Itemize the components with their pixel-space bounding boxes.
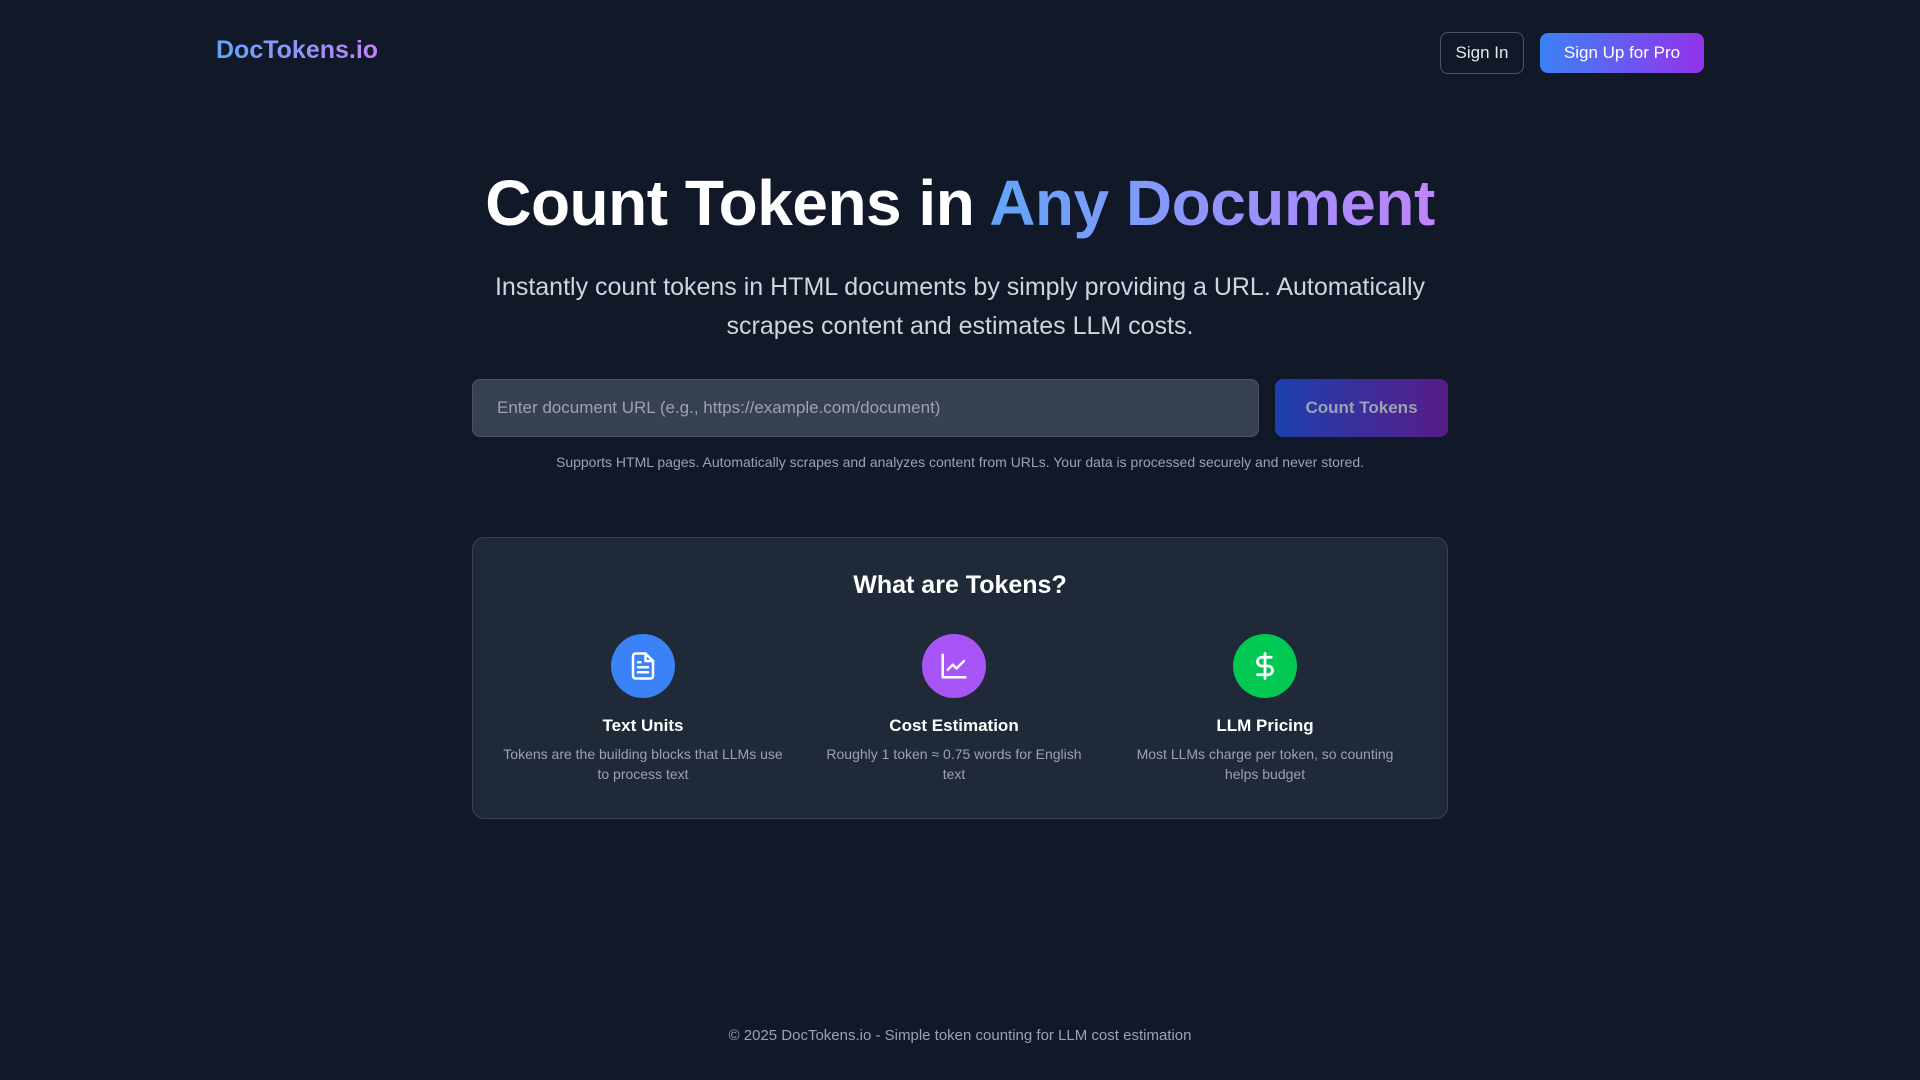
feature-title: Text Units — [602, 716, 684, 735]
count-tokens-button[interactable]: Count Tokens — [1275, 379, 1448, 437]
feature-description: Most LLMs charge per token, so counting … — [1136, 746, 1394, 782]
info-card-title: What are Tokens? — [853, 571, 1067, 599]
info-card: What are Tokens? Text Units Tokens are t… — [472, 537, 1448, 819]
feature-description: Tokens are the building blocks that LLMs… — [503, 746, 783, 782]
brand-logo[interactable]: DocTokens.io — [216, 36, 378, 65]
feature-title: Cost Estimation — [889, 716, 1019, 735]
document-icon — [611, 634, 675, 698]
hero-title: Count Tokens in Any Document — [0, 166, 1920, 240]
feature-description: Roughly 1 token ≈ 0.75 words for English… — [826, 746, 1082, 782]
feature-cost-estimation: Cost Estimation Roughly 1 token ≈ 0.75 w… — [814, 634, 1094, 784]
dollar-icon — [1233, 634, 1297, 698]
hero-subtitle: Instantly count tokens in HTML documents… — [494, 273, 1426, 340]
hero-title-plain: Count Tokens in — [485, 167, 990, 239]
sign-up-pro-button[interactable]: Sign Up for Pro — [1540, 33, 1704, 73]
footer-text: © 2025 DocTokens.io - Simple token count… — [728, 1027, 1192, 1044]
sign-in-button[interactable]: Sign In — [1440, 32, 1524, 74]
feature-text-units: Text Units Tokens are the building block… — [503, 634, 783, 784]
chart-line-icon — [922, 634, 986, 698]
feature-llm-pricing: LLM Pricing Most LLMs charge per token, … — [1125, 634, 1405, 784]
site-header: DocTokens.io Sign In Sign Up for Pro — [0, 0, 1920, 106]
feature-title: LLM Pricing — [1216, 716, 1314, 735]
support-note: Supports HTML pages. Automatically scrap… — [555, 454, 1364, 470]
hero-title-highlight: Any Document — [989, 167, 1435, 239]
url-input[interactable] — [472, 379, 1259, 437]
